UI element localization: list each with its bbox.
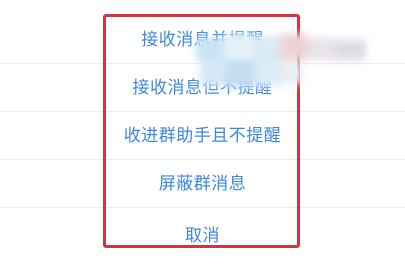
mosaic-pattern [196,34,366,88]
mosaic-overlay [196,30,376,100]
action-sheet: 接收消息并提醒 接收消息但不提醒 收进群助手且不提醒 屏蔽群消息 取消 [0,0,405,270]
